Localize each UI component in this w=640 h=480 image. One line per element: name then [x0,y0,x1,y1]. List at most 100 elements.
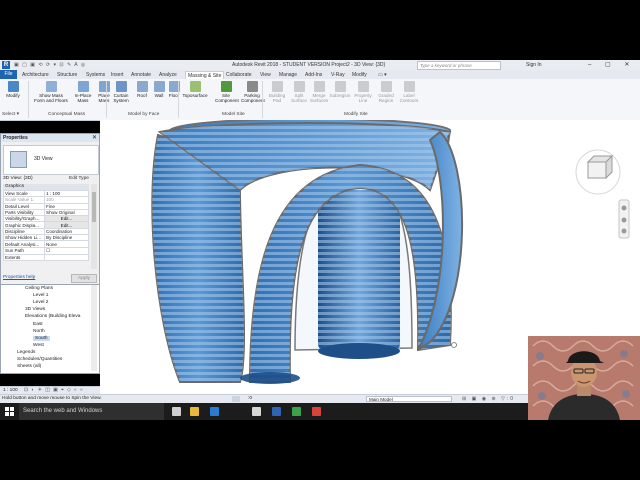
tab-modify[interactable]: Modify [352,71,367,79]
curtain-system-label: Curtain System [113,93,129,103]
tab-[interactable]: ▭ ▾ [378,71,387,79]
show-mass-form-and-floors-button[interactable]: Show Mass Form and Floors [33,81,69,103]
in-place-mass-button[interactable]: In-Place Mass [72,81,94,103]
tab-manage[interactable]: Manage [279,71,297,79]
site-component-button[interactable]: Site Component [215,81,239,103]
revit-icon[interactable] [272,407,281,416]
modify-button[interactable]: Modify [2,81,24,98]
browser-item[interactable]: West [33,343,44,348]
graded-region-icon [380,81,392,92]
property-line-button[interactable]: Property Line [352,81,374,103]
tab-v-ray[interactable]: V-Ray [331,71,345,79]
3d-view-icon [10,151,27,168]
panel-label: Model by Face [128,112,160,117]
split-surface-label: Split Surface [291,93,307,103]
browser-item[interactable]: Sheets (all) [17,364,41,369]
browser-item[interactable]: Ceiling Plans [25,286,53,291]
parking-component-button[interactable]: Parking Component [241,81,265,103]
recorder-icon[interactable] [312,407,321,416]
property-value[interactable] [44,253,89,261]
edit-type-button[interactable]: Edit Type [69,175,89,182]
graded-region-button[interactable]: Graded Region [375,81,397,103]
taskbar-search-input[interactable]: Search the web and Windows [19,403,164,420]
camtasia-icon[interactable] [292,407,301,416]
edge-icon[interactable] [210,407,219,416]
property-row[interactable]: Sun Path ☐ [3,246,89,255]
toposurface-icon [189,81,201,92]
subregion-label: Subregion [329,93,351,98]
browser-item[interactable]: Schedules/Quantities [17,357,62,362]
browser-item[interactable]: East [33,322,43,327]
toposurface-button[interactable]: Toposurface [180,81,210,98]
panel-label[interactable]: Select ▾ [2,112,19,117]
building-pad-button[interactable]: Building Pad [266,81,288,103]
presenter-image [528,336,640,420]
browser-item[interactable]: Elevations (Building Eleva [25,314,80,319]
browser-scrollbar[interactable] [91,285,97,371]
property-line-label: Property Line [354,93,372,103]
tab-view[interactable]: View [260,71,271,79]
sign-in-link[interactable]: Sign In [526,62,542,68]
properties-scrollbar[interactable] [91,184,97,269]
status-right-icons[interactable]: ⊞ ▣ ◉ ⊕ ▽:0 [462,396,515,402]
tab-architecture[interactable]: Architecture [22,71,49,79]
panel-label: Conceptual Mass [48,112,86,117]
browser-item[interactable]: 3D Views [25,307,45,312]
browser-item[interactable]: Legends [17,350,35,355]
window-controls[interactable]: – ▢ ✕ [588,61,635,68]
property-row[interactable]: Extents [3,253,89,261]
search-input[interactable]: Type a keyword or phrase [417,61,501,70]
close-icon[interactable]: ✕ [92,134,97,142]
show-mass-form-and-floors-label: Show Mass Form and Floors [34,93,68,103]
property-name: Visibility/Graph... [3,215,45,223]
revit-logo-icon[interactable]: R [2,61,10,69]
curtain-system-button[interactable]: Curtain System [110,81,132,103]
browser-item[interactable]: Level 1 [33,293,48,298]
property-name: Sun Path [3,246,45,255]
tab-annotate[interactable]: Annotate [131,71,151,79]
toposurface-label: Toposurface [182,93,208,98]
browser-item[interactable]: South [33,335,50,341]
in-place-mass-icon [77,81,89,92]
design-option-select[interactable]: Main Model [366,396,452,402]
navigation-bar [618,199,630,239]
curtain-system-icon [115,81,127,92]
tab-file[interactable]: File [0,70,17,79]
ribbon-separator [262,81,263,118]
quick-access-toolbar[interactable]: ▣ ▢ ▣ ⟲ ⟳ ▾ ⊡ ✎ A ◎ [14,62,86,68]
tab-collaborate[interactable]: Collaborate [226,71,252,79]
property-name: Default Analysi... [3,240,45,248]
panel-label: Model Site [222,112,245,117]
tab-add-ins[interactable]: Add-Ins [305,71,322,79]
browser-item[interactable]: North [33,329,45,334]
view-scale[interactable]: 1 : 100 [3,388,18,393]
tab-analyze[interactable]: Analyze [159,71,177,79]
properties-help-link[interactable]: Properties help [3,275,35,280]
type-selector[interactable]: 3D View [3,145,99,175]
merge-surfaces-button[interactable]: Merge Surfaces [308,81,330,103]
subregion-icon [334,81,346,92]
apply-button[interactable]: Apply [71,274,97,283]
tab-insert[interactable]: Insert [111,71,124,79]
parking-component-icon [246,81,258,92]
roof-icon [136,81,148,92]
ribbon-separator [28,81,29,118]
label-contours-button[interactable]: Label Contours [398,81,420,103]
photos-icon[interactable] [252,407,261,416]
windows-start-icon[interactable] [5,407,14,416]
project-browser: Ceiling Plans Level 1 Level 2 3D Views Eleva… [0,284,100,374]
browser-item[interactable]: Level 2 [33,300,48,305]
properties-table: View Scale 1 : 100 Scale Value 1: 100 Detail… [3,189,89,261]
worksets-icon[interactable] [232,396,240,402]
modify-label: Modify [6,93,20,98]
property-value[interactable]: ☐ [44,246,89,255]
subregion-button[interactable]: Subregion [329,81,351,98]
place-mass-icon [98,81,110,92]
label-contours-icon [403,81,415,92]
task-view-icon[interactable] [172,407,181,416]
split-surface-button[interactable]: Split Surface [288,81,310,103]
tab-systems[interactable]: Systems [86,71,105,79]
file-explorer-icon[interactable] [190,407,199,416]
ribbon-massing-site: Modify Show Mass Form and Floors In-Place … [0,79,640,121]
tab-structure[interactable]: Structure [57,71,77,79]
